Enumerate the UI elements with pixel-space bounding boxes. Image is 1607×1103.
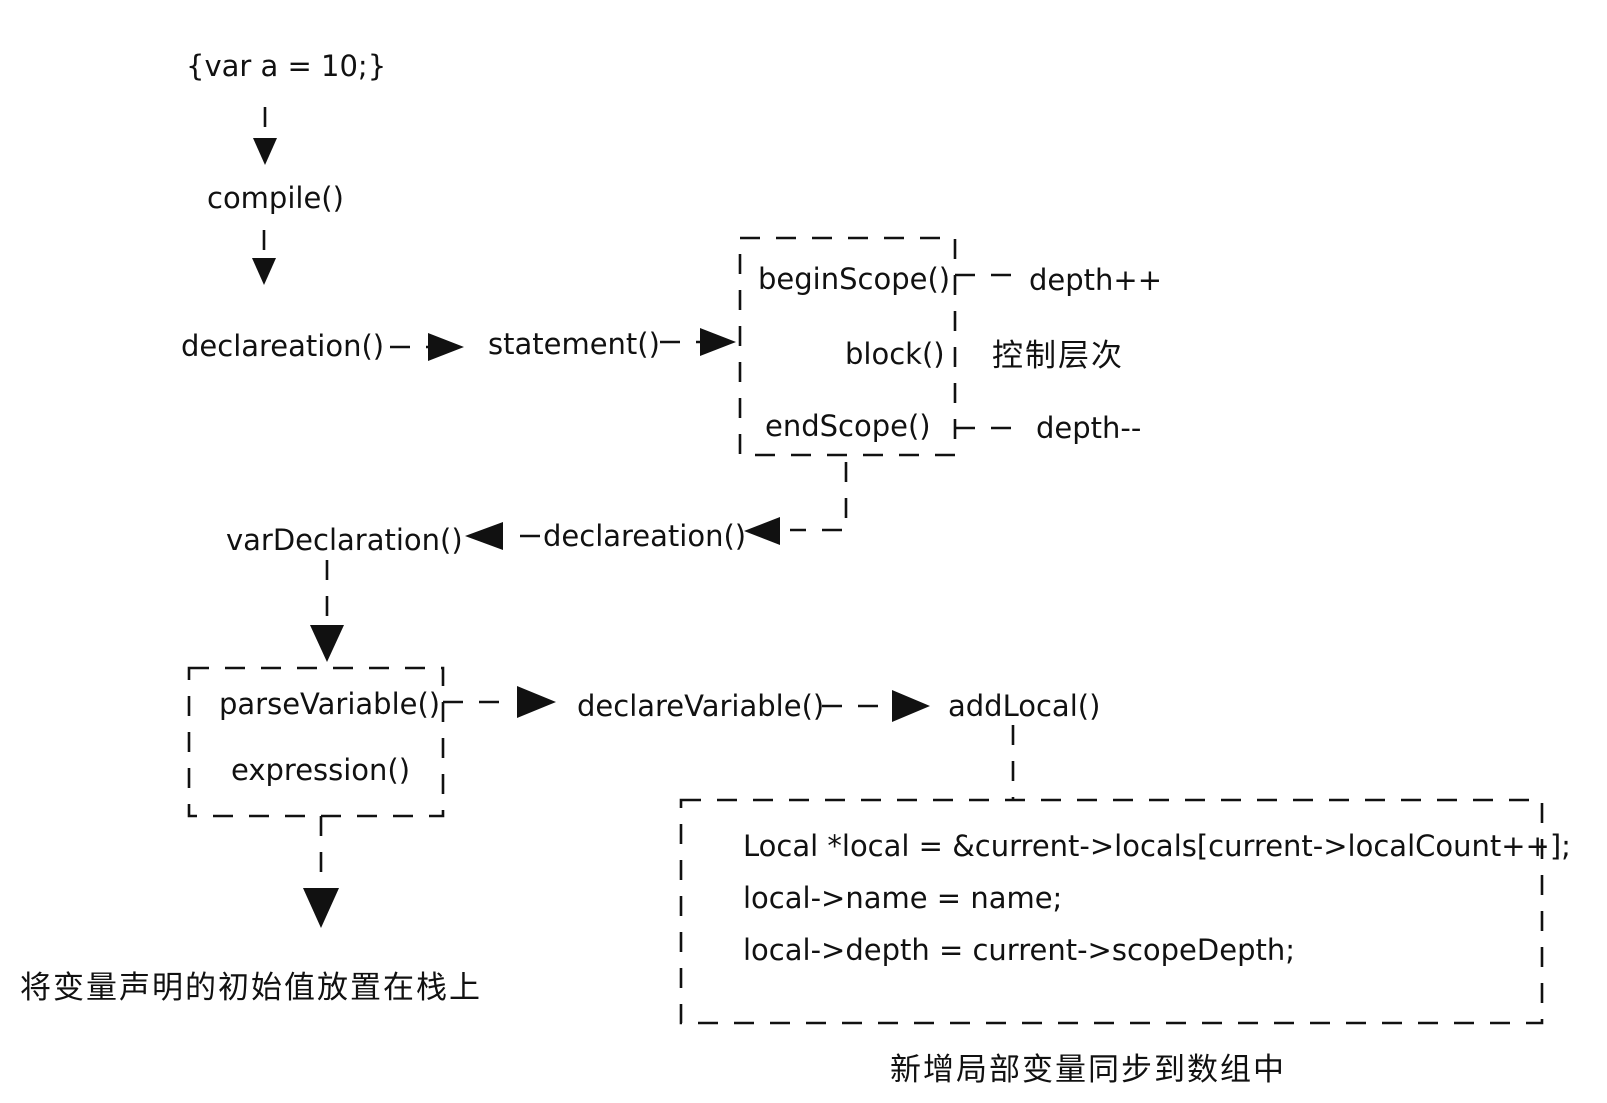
arrow-to-declaration [252, 258, 276, 285]
arrow-to-add-local [892, 690, 930, 722]
arrow-to-scope-box [700, 328, 736, 356]
arrow-to-declaration-2 [744, 517, 780, 545]
declaration-label: declareation() [181, 329, 385, 363]
arrow-to-declare-variable [517, 686, 556, 718]
arrow-to-var-declaration [465, 522, 503, 550]
declaration-2-label: declareation() [543, 519, 747, 553]
code-line-2: local->name = name; [743, 881, 1063, 915]
compile-label: compile() [207, 181, 344, 215]
end-scope-label: endScope() [765, 409, 931, 443]
connector-scope-declaration [790, 462, 848, 532]
parse-variable-label: parseVariable() [219, 687, 441, 721]
scope-level-note: 控制层次 [992, 338, 1124, 374]
declare-variable-label: declareVariable() [577, 689, 825, 723]
depth-decrement-label: depth-- [1036, 411, 1142, 445]
add-local-label: addLocal() [948, 689, 1101, 723]
depth-increment-label: depth++ [1029, 263, 1163, 297]
block-label: block() [845, 337, 945, 371]
arrow-to-compile [253, 138, 277, 165]
source-code-label: {var a = 10;} [186, 49, 387, 83]
array-sync-note: 新增局部变量同步到数组中 [890, 1052, 1286, 1088]
stack-placement-note: 将变量声明的初始值放置在栈上 [20, 970, 482, 1006]
arrow-to-parse-box [310, 625, 344, 662]
code-line-1: Local *local = &current->locals[current-… [743, 829, 1571, 863]
expression-label: expression() [231, 753, 411, 787]
statement-label: statement() [488, 327, 660, 361]
arrow-to-stack-note [303, 888, 339, 928]
arrow-to-statement [428, 333, 464, 361]
var-declaration-label: varDeclaration() [226, 523, 463, 557]
begin-scope-label: beginScope() [758, 262, 951, 296]
code-line-3: local->depth = current->scopeDepth; [743, 933, 1296, 967]
